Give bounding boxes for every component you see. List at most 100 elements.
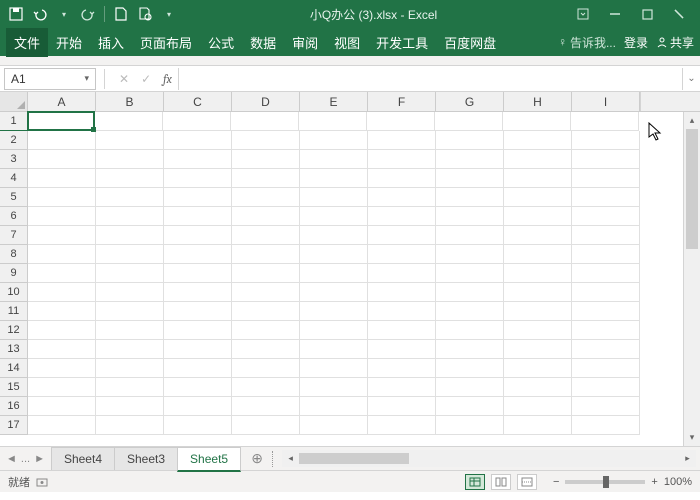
close-icon[interactable] [672, 7, 686, 21]
tab-review[interactable]: 审阅 [284, 28, 326, 57]
cell[interactable] [436, 131, 504, 150]
col-header[interactable]: E [300, 92, 368, 111]
tab-page-layout[interactable]: 页面布局 [132, 28, 200, 57]
cell[interactable] [300, 302, 368, 321]
row-header[interactable]: 5 [0, 188, 28, 207]
sheet-tab[interactable]: Sheet3 [114, 447, 178, 470]
cell[interactable] [504, 359, 572, 378]
cell[interactable] [300, 264, 368, 283]
col-header[interactable]: B [96, 92, 164, 111]
cell[interactable] [504, 169, 572, 188]
cell[interactable] [231, 112, 299, 131]
cell[interactable] [572, 416, 640, 435]
cell[interactable] [96, 245, 164, 264]
cell[interactable] [96, 264, 164, 283]
print-preview-icon[interactable] [137, 6, 153, 22]
new-file-icon[interactable] [113, 6, 129, 22]
zoom-out-icon[interactable]: − [553, 476, 559, 488]
cell[interactable] [436, 378, 504, 397]
cell[interactable] [571, 112, 639, 131]
scroll-track[interactable] [684, 129, 700, 429]
cell[interactable] [436, 359, 504, 378]
cell[interactable] [95, 112, 163, 131]
cell[interactable] [368, 283, 436, 302]
page-break-view-icon[interactable] [517, 474, 537, 490]
zoom-slider[interactable] [565, 480, 645, 484]
cell[interactable] [572, 302, 640, 321]
col-header[interactable]: H [504, 92, 572, 111]
cell[interactable] [164, 359, 232, 378]
cell[interactable] [504, 283, 572, 302]
row-header[interactable]: 7 [0, 226, 28, 245]
cell[interactable] [27, 111, 95, 131]
cell[interactable] [28, 226, 96, 245]
cell[interactable] [28, 397, 96, 416]
col-header[interactable]: D [232, 92, 300, 111]
cell[interactable] [164, 131, 232, 150]
name-box[interactable]: A1 ▾ [4, 68, 96, 90]
cell[interactable] [436, 302, 504, 321]
cell[interactable] [368, 207, 436, 226]
cell[interactable] [436, 226, 504, 245]
tab-baidu[interactable]: 百度网盘 [436, 28, 504, 57]
cell[interactable] [28, 245, 96, 264]
cell[interactable] [96, 340, 164, 359]
cell[interactable] [300, 283, 368, 302]
cell[interactable] [96, 378, 164, 397]
col-header[interactable]: C [164, 92, 232, 111]
cell[interactable] [300, 321, 368, 340]
cell[interactable] [28, 283, 96, 302]
cell[interactable] [368, 340, 436, 359]
cell[interactable] [504, 188, 572, 207]
cell[interactable] [232, 340, 300, 359]
cell[interactable] [368, 416, 436, 435]
cell[interactable] [164, 416, 232, 435]
cell[interactable] [232, 131, 300, 150]
cell[interactable] [435, 112, 503, 131]
row-header[interactable]: 11 [0, 302, 28, 321]
cell[interactable] [164, 188, 232, 207]
cell[interactable] [164, 264, 232, 283]
cell[interactable] [164, 397, 232, 416]
sheet-tab-active[interactable]: Sheet5 [177, 447, 241, 472]
cell[interactable] [96, 416, 164, 435]
cell[interactable] [368, 188, 436, 207]
row-header[interactable]: 15 [0, 378, 28, 397]
tab-formulas[interactable]: 公式 [200, 28, 242, 57]
cell[interactable] [300, 245, 368, 264]
cell[interactable] [300, 131, 368, 150]
cell[interactable] [28, 207, 96, 226]
select-all-triangle[interactable] [0, 92, 28, 111]
share-button[interactable]: 共享 [656, 34, 694, 51]
cell[interactable] [436, 188, 504, 207]
macro-record-icon[interactable] [36, 476, 48, 488]
sheet-tab[interactable]: Sheet4 [51, 447, 115, 470]
cell[interactable] [232, 378, 300, 397]
cell[interactable] [232, 321, 300, 340]
row-header[interactable]: 6 [0, 207, 28, 226]
cell[interactable] [504, 245, 572, 264]
cell[interactable] [572, 340, 640, 359]
cell[interactable] [436, 283, 504, 302]
cell[interactable] [232, 397, 300, 416]
page-layout-view-icon[interactable] [491, 474, 511, 490]
scroll-track[interactable] [299, 452, 679, 465]
cell[interactable] [28, 359, 96, 378]
tell-me[interactable]: ♀告诉我... [558, 34, 616, 51]
cell[interactable] [572, 131, 640, 150]
cell[interactable] [232, 188, 300, 207]
cell[interactable] [164, 378, 232, 397]
cell[interactable] [572, 321, 640, 340]
cell[interactable] [164, 302, 232, 321]
cell[interactable] [368, 169, 436, 188]
row-header[interactable]: 16 [0, 397, 28, 416]
row-header[interactable]: 10 [0, 283, 28, 302]
cell[interactable] [164, 245, 232, 264]
cell[interactable] [300, 188, 368, 207]
cell[interactable] [572, 169, 640, 188]
cell[interactable] [232, 283, 300, 302]
redo-icon[interactable] [80, 6, 96, 22]
cell[interactable] [368, 264, 436, 283]
cell[interactable] [368, 226, 436, 245]
cell[interactable] [28, 264, 96, 283]
